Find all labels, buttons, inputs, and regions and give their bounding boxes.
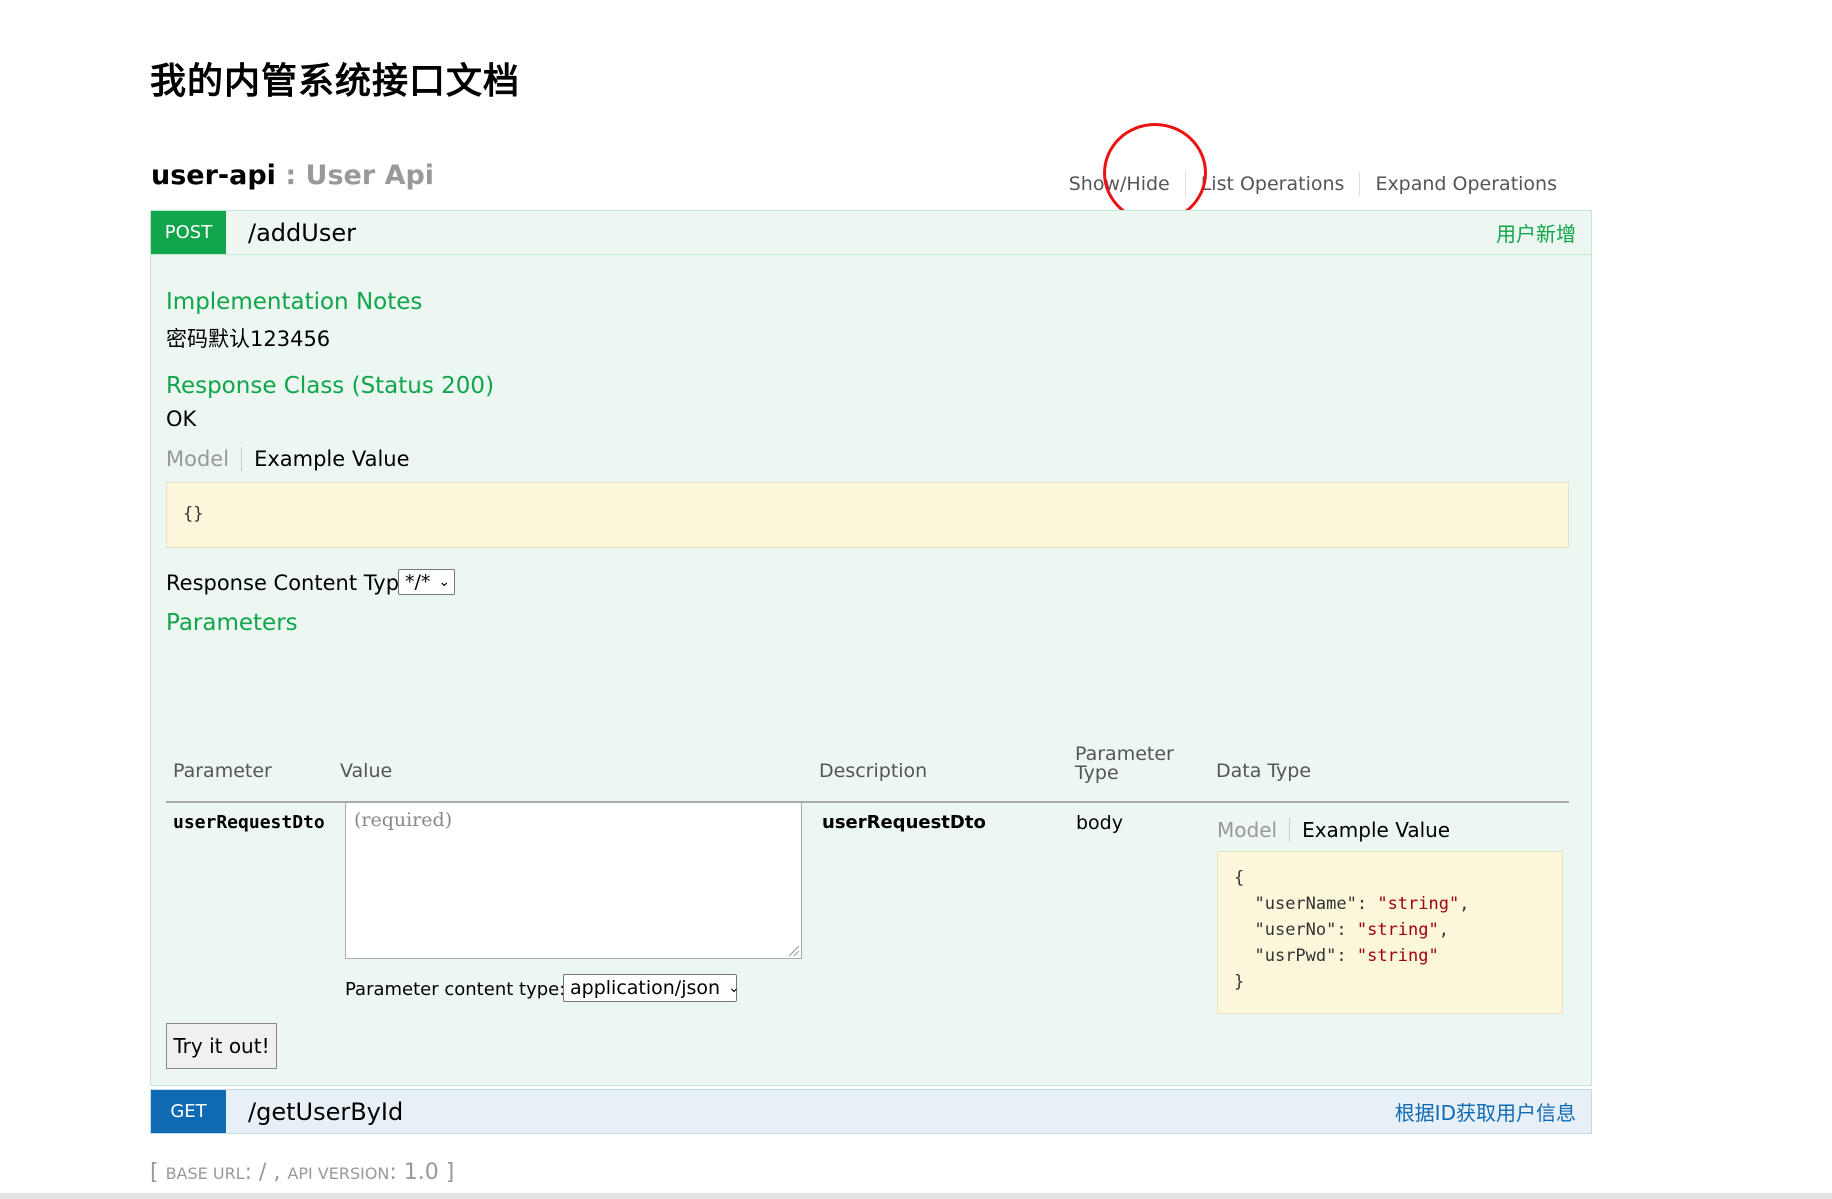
- response-class-text: OK: [166, 407, 197, 431]
- response-example-box: {}: [166, 482, 1569, 548]
- resource-name[interactable]: user-api: [151, 160, 276, 191]
- implementation-notes-title: Implementation Notes: [166, 289, 423, 315]
- value-username: "string": [1377, 894, 1460, 914]
- response-example-code: {}: [183, 504, 204, 524]
- response-content-type-select[interactable]: */* ⌄: [398, 569, 455, 595]
- get-operation-path[interactable]: /getUserById: [248, 1098, 403, 1126]
- value-userno: "string": [1356, 920, 1439, 940]
- base-url-label: BASE URL: [165, 1164, 245, 1183]
- expand-operations-link[interactable]: Expand Operations: [1359, 172, 1572, 196]
- post-operation-summary[interactable]: 用户新增: [1496, 218, 1576, 247]
- post-operation-path[interactable]: /addUser: [248, 219, 356, 247]
- param-value-placeholder: (required): [354, 809, 453, 831]
- param-content-type-label: Parameter content type:: [345, 979, 566, 1000]
- header-value: Value: [340, 760, 393, 782]
- post-method-badge[interactable]: POST: [151, 211, 226, 254]
- footer-open-bracket: [: [150, 1160, 166, 1185]
- post-operation-content: Implementation Notes 密码默认123456 Response…: [151, 255, 1591, 1085]
- value-usrpwd: "string": [1356, 946, 1439, 966]
- horizontal-scrollbar[interactable]: [0, 1193, 1832, 1199]
- resource-description: User Api: [305, 160, 435, 191]
- get-method-badge[interactable]: GET: [151, 1090, 226, 1133]
- resize-grip-icon[interactable]: [789, 946, 799, 956]
- response-model-tabs: Model Example Value: [166, 447, 410, 471]
- response-class-title: Response Class (Status 200): [166, 373, 495, 399]
- response-content-type-value: */*: [405, 571, 431, 593]
- key-userno: "userNo": [1254, 920, 1337, 940]
- implementation-notes-text: 密码默认123456: [166, 327, 331, 351]
- example-open-brace: {: [1234, 868, 1245, 888]
- header-data-type: Data Type: [1216, 760, 1312, 782]
- response-example-tab[interactable]: Example Value: [242, 447, 409, 471]
- response-model-tab[interactable]: Model: [166, 447, 243, 471]
- chevron-down-icon: ⌄: [728, 980, 740, 996]
- base-url-footer: [ BASE URL: / , API VERSION: 1.0 ]: [150, 1160, 454, 1185]
- key-usrpwd: "usrPwd": [1254, 946, 1337, 966]
- example-line-username: "userName": "string",: [1254, 894, 1470, 914]
- list-operations-link[interactable]: List Operations: [1184, 172, 1360, 196]
- response-content-type-label: Response Content Type: [166, 571, 412, 595]
- parameters-table-header: Parameter Value Description Parameter Ty…: [166, 743, 1569, 803]
- red-annotation-circle: [1103, 123, 1207, 223]
- base-url-value: : / ,: [244, 1160, 288, 1185]
- example-close-brace: }: [1234, 972, 1245, 992]
- param-value-textarea[interactable]: (required): [345, 802, 802, 959]
- header-parameter: Parameter: [173, 760, 272, 782]
- example-line-usrpwd: "usrPwd": "string": [1254, 946, 1439, 966]
- key-username: "userName": [1254, 894, 1357, 914]
- try-it-out-button[interactable]: Try it out!: [166, 1023, 277, 1069]
- param-example-tab[interactable]: Example Value: [1290, 818, 1450, 842]
- param-model-tab[interactable]: Model: [1217, 818, 1291, 842]
- param-content-type-select[interactable]: application/json ⌄: [563, 974, 740, 1002]
- header-parameter-type-line2: Type: [1075, 762, 1119, 784]
- header-description: Description: [819, 760, 928, 782]
- page-title: 我的内管系统接口文档: [150, 61, 521, 102]
- api-version-label: API VERSION: [287, 1164, 390, 1183]
- param-type: body: [1076, 812, 1123, 834]
- chevron-down-icon: ⌄: [438, 574, 451, 590]
- resource-heading[interactable]: user-api : User Api: [151, 160, 434, 191]
- get-operation-heading[interactable]: GET /getUserById 根据ID获取用户信息: [151, 1090, 1591, 1133]
- post-add-user-operation: POST /addUser 用户新增 Implementation Notes …: [150, 210, 1592, 1086]
- parameters-title: Parameters: [166, 610, 298, 636]
- example-line-userno: "userNo": "string",: [1254, 920, 1449, 940]
- param-description: userRequestDto: [822, 812, 986, 833]
- resource-separator: :: [275, 160, 306, 191]
- param-name: userRequestDto: [173, 812, 325, 833]
- post-operation-heading[interactable]: POST /addUser 用户新增: [151, 211, 1591, 255]
- param-content-type-value: application/json: [570, 977, 721, 999]
- api-version-value: : 1.0 ]: [389, 1160, 455, 1185]
- get-user-by-id-operation: GET /getUserById 根据ID获取用户信息: [150, 1089, 1592, 1134]
- param-model-tabs: Model Example Value: [1217, 818, 1450, 842]
- param-example-box[interactable]: { "userName": "string", "userNo": "strin…: [1217, 851, 1563, 1014]
- get-operation-summary[interactable]: 根据ID获取用户信息: [1395, 1097, 1576, 1126]
